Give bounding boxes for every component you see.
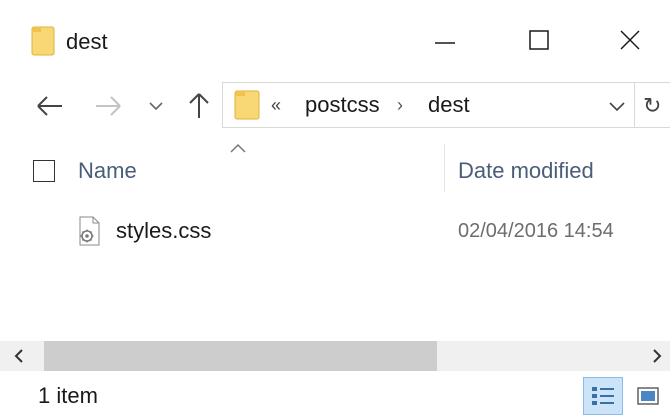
close-icon: [620, 30, 640, 50]
scroll-right-button[interactable]: [646, 345, 668, 367]
breadcrumb-separator[interactable]: ›: [397, 93, 403, 117]
column-divider[interactable]: [444, 144, 445, 192]
chevron-down-icon: [149, 102, 163, 111]
address-bar[interactable]: « postcss › dest ↻: [222, 82, 670, 128]
breadcrumb-dest[interactable]: dest: [428, 93, 470, 117]
folder-icon: [234, 90, 260, 120]
folder-icon: [31, 26, 55, 56]
minimize-button[interactable]: [422, 18, 468, 62]
css-file-icon: [79, 216, 100, 246]
arrow-left-icon: [37, 96, 62, 116]
window-title: dest: [66, 29, 108, 54]
large-icons-view-icon: [637, 387, 659, 405]
back-button[interactable]: [30, 89, 70, 123]
chevron-down-icon: [609, 102, 625, 111]
chevron-left-icon: [14, 349, 23, 363]
refresh-icon[interactable]: ↻: [643, 91, 670, 121]
file-date-modified: 02/04/2016 14:54: [458, 220, 614, 242]
arrow-up-icon: [189, 93, 209, 118]
breadcrumb-overflow[interactable]: «: [271, 95, 281, 115]
title-bar: dest: [0, 0, 670, 80]
select-all-checkbox[interactable]: [33, 160, 55, 182]
address-dropdown-button[interactable]: [605, 95, 629, 117]
sort-ascending-icon: [230, 143, 246, 153]
scroll-left-button[interactable]: [8, 345, 30, 367]
maximize-icon: [529, 30, 549, 50]
close-button[interactable]: [607, 18, 653, 62]
horizontal-scrollbar[interactable]: [0, 341, 670, 371]
file-name: styles.css: [116, 218, 212, 243]
up-button[interactable]: [180, 89, 218, 123]
arrow-right-icon: [96, 96, 121, 116]
scrollbar-thumb[interactable]: [44, 341, 437, 371]
large-icons-view-button[interactable]: [628, 377, 668, 415]
forward-button[interactable]: [88, 89, 128, 123]
breadcrumb-postcss[interactable]: postcss: [305, 93, 380, 117]
maximize-button[interactable]: [516, 18, 562, 62]
recent-locations-button[interactable]: [143, 89, 169, 123]
status-item-count: 1 item: [38, 383, 98, 408]
chevron-right-icon: [653, 349, 662, 363]
address-divider: [634, 83, 635, 127]
column-header-name[interactable]: Name: [78, 158, 137, 184]
column-header-date-modified[interactable]: Date modified: [458, 158, 594, 184]
details-view-icon: [592, 387, 614, 405]
file-row[interactable]: styles.css 02/04/2016 14:54: [0, 208, 670, 252]
minimize-icon: [435, 42, 455, 44]
details-view-button[interactable]: [583, 377, 623, 415]
